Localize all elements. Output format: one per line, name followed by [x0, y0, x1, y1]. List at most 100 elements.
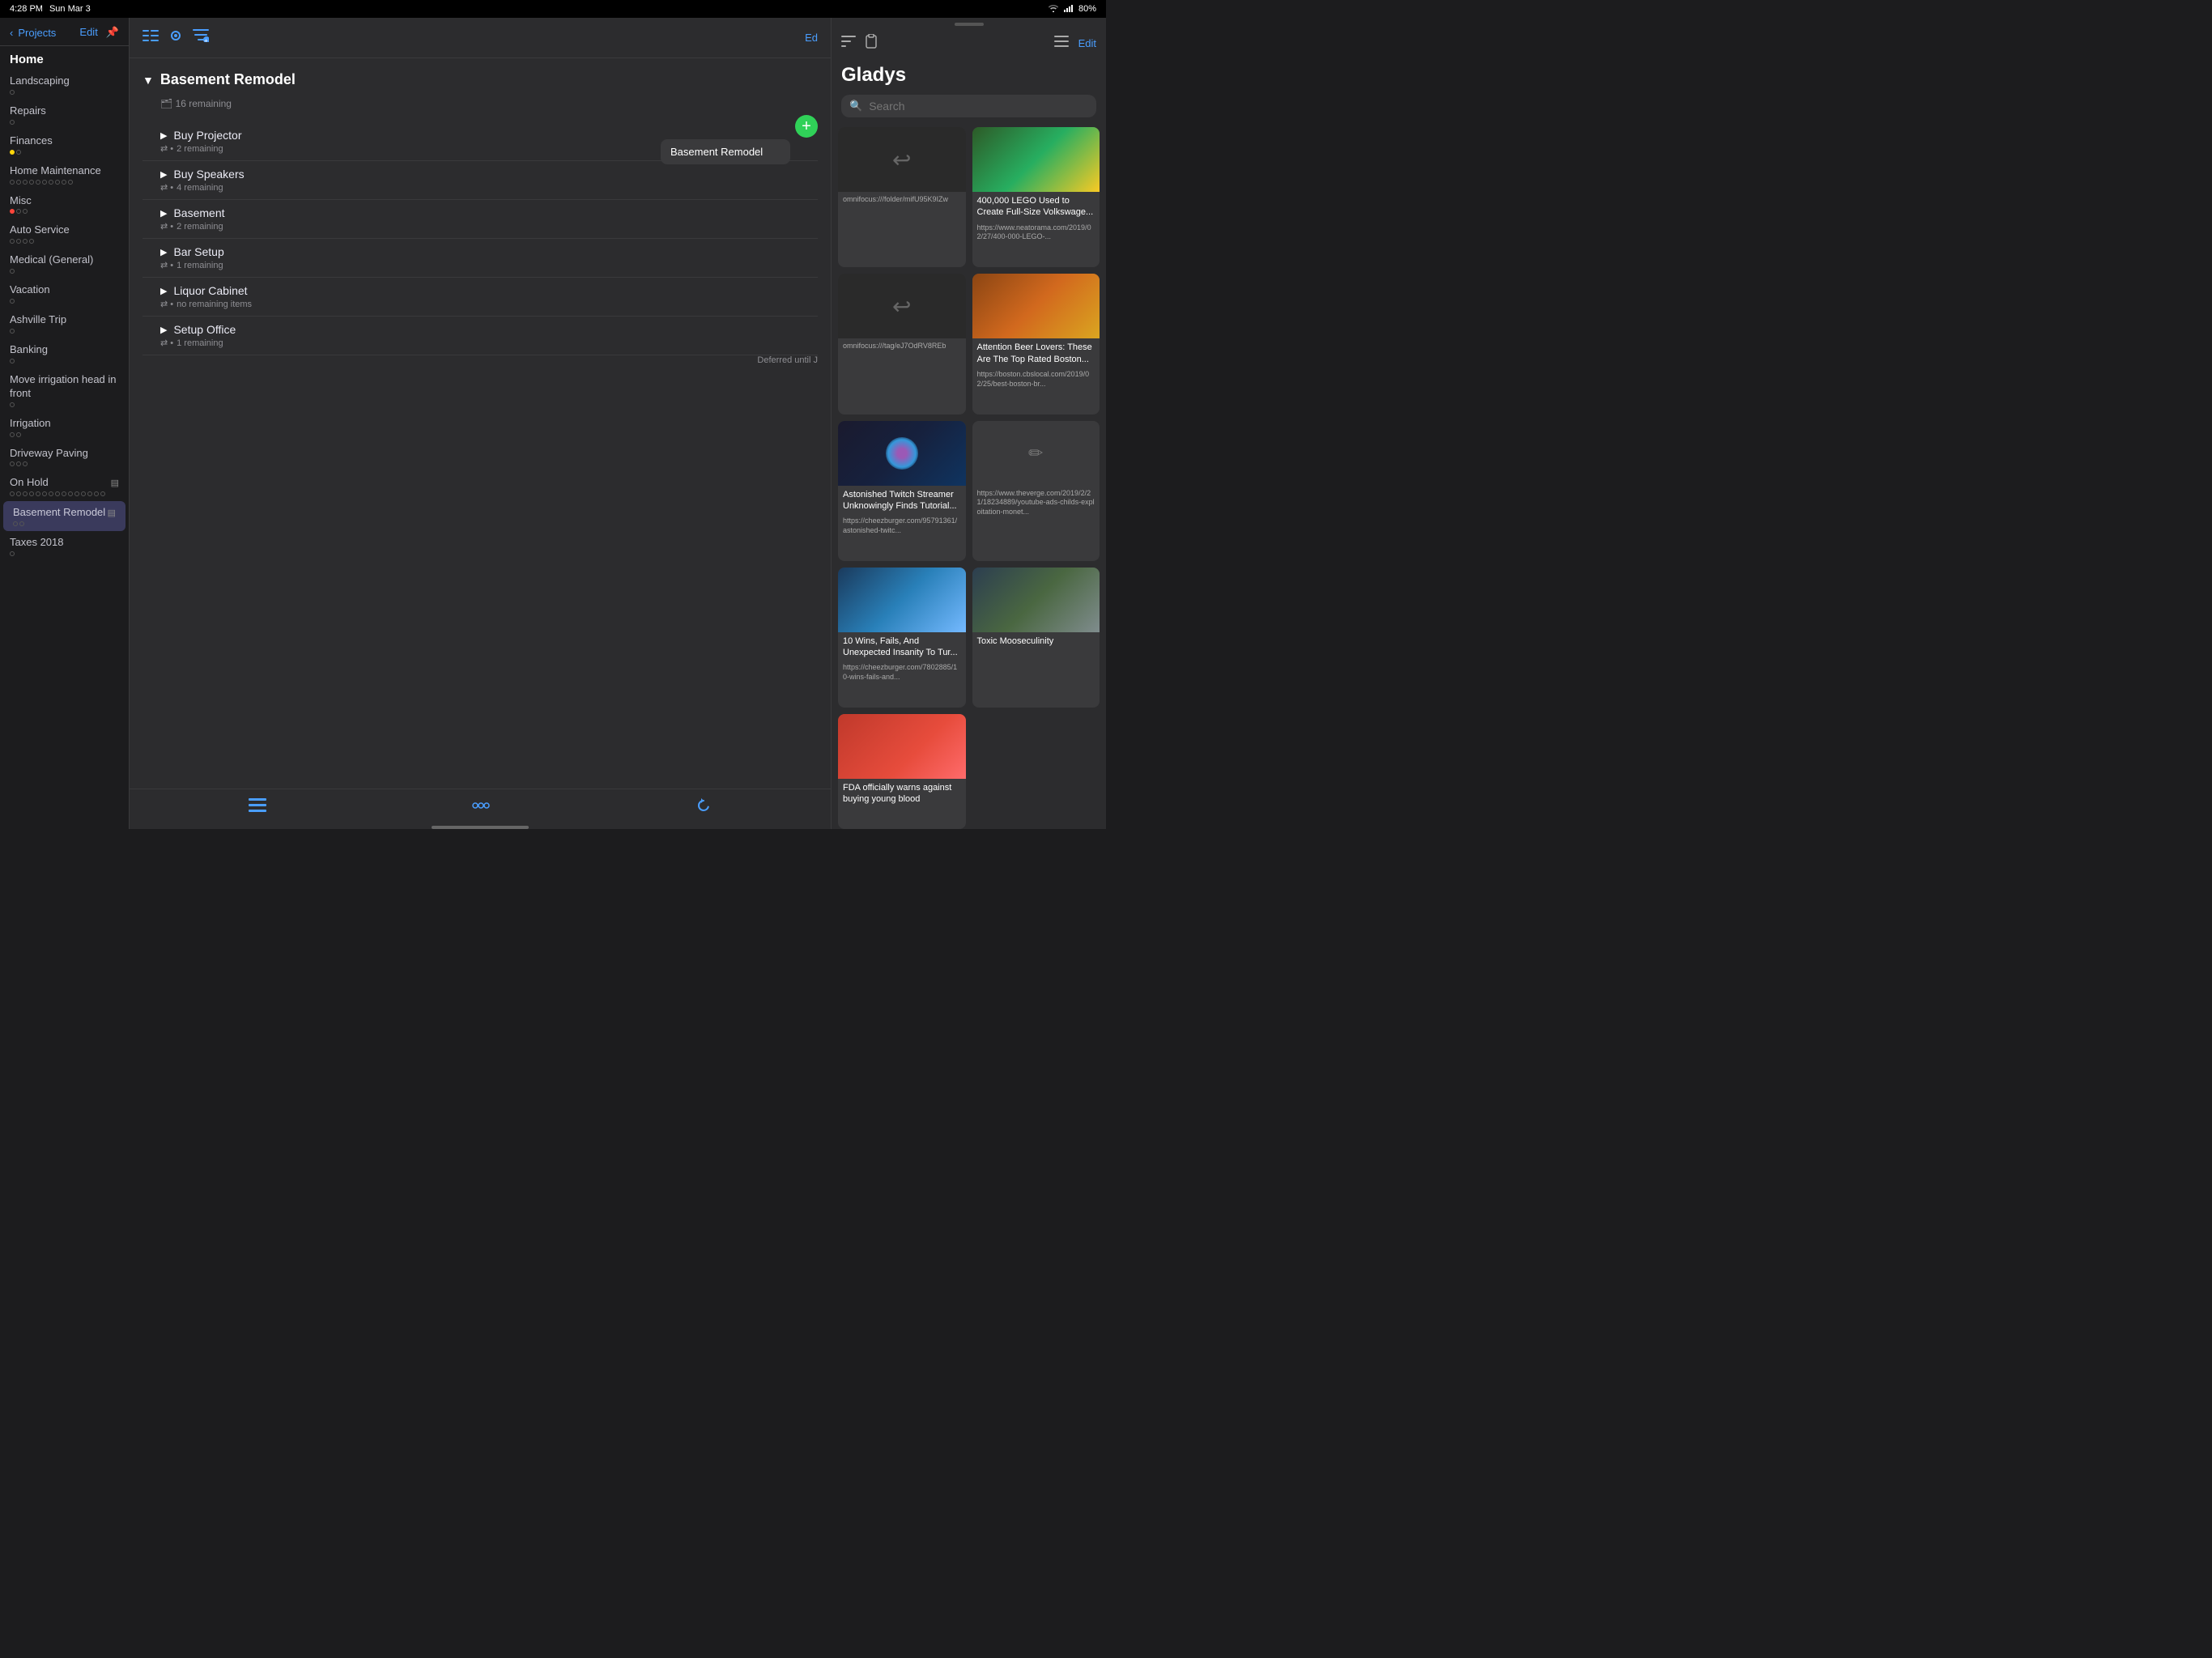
sidebar-item-auto-service[interactable]: Auto Service	[0, 219, 129, 249]
item-label: Medical (General)	[10, 253, 119, 267]
item-label: Auto Service	[10, 223, 119, 237]
sort-icon[interactable]: +	[193, 29, 209, 46]
clipboard-icon[interactable]	[866, 34, 877, 53]
task-name: Bar Setup	[173, 245, 223, 258]
search-input[interactable]	[869, 100, 1088, 113]
sidebar-item-ashville[interactable]: Ashville Trip	[0, 308, 129, 338]
task-expand-icon[interactable]: ▶	[160, 286, 167, 296]
task-expand-icon[interactable]: ▶	[160, 208, 167, 219]
projects-link[interactable]: Projects	[18, 27, 56, 39]
clip-url: https://www.theverge.com/2019/2/21/18234…	[972, 486, 1100, 521]
pin-icon[interactable]: 📌	[106, 26, 119, 39]
task-meta: ⇄ • 1 remaining	[160, 338, 818, 348]
sidebar-item-vacation[interactable]: Vacation	[0, 278, 129, 308]
task-icon: ⇄ •	[160, 143, 173, 154]
clip-image: ↩	[838, 127, 966, 192]
wifi-icon	[1048, 4, 1059, 15]
search-bar[interactable]: 🔍	[841, 95, 1096, 117]
collapse-arrow[interactable]: ▼	[143, 74, 154, 87]
sidebar: ‹ Projects Edit 📌 Home Landscaping Repai…	[0, 18, 130, 829]
edit-button[interactable]: Edit	[79, 26, 97, 39]
sidebar-item-finances[interactable]: Finances	[0, 130, 129, 159]
edit-view-icon[interactable]: Ed	[805, 32, 818, 44]
clip-card-7[interactable]: Toxic Mooseculinity	[972, 568, 1100, 708]
clip-title: Toxic Mooseculinity	[972, 632, 1100, 648]
list-view-icon[interactable]	[1054, 36, 1069, 51]
perspectives-icon[interactable]	[249, 798, 266, 817]
item-label: On Hold	[10, 476, 49, 490]
content-body: ▼ Basement Remodel 🗂 16 remaining ▶ Buy …	[130, 58, 831, 789]
panel-edit-button[interactable]: Edit	[1078, 37, 1096, 49]
task-item-basement[interactable]: ▶ Basement ⇄ • 2 remaining	[143, 200, 818, 239]
panel-handle-bar	[955, 23, 984, 26]
sidebar-toggle-icon[interactable]	[143, 30, 159, 45]
clip-card-8[interactable]: FDA officially warns against buying youn…	[838, 714, 966, 829]
task-expand-icon[interactable]: ▶	[160, 247, 167, 257]
task-item-buy-speakers[interactable]: ▶ Buy Speakers ⇄ • 4 remaining	[143, 161, 818, 200]
add-task-button[interactable]: +	[795, 115, 818, 138]
sidebar-item-home-maintenance[interactable]: Home Maintenance	[0, 159, 129, 189]
item-label: Taxes 2018	[10, 536, 119, 550]
sidebar-header: ‹ Projects Edit 📌	[0, 18, 129, 46]
header-icons: +	[143, 29, 209, 46]
clip-title: Astonished Twitch Streamer Unknowingly F…	[838, 486, 966, 514]
item-label: Misc	[10, 194, 119, 208]
clip-card-2[interactable]: ↩ omnifocus:///tag/eJ7OdRV8REb	[838, 274, 966, 414]
clip-card-6[interactable]: 10 Wins, Fails, And Unexpected Insanity …	[838, 568, 966, 708]
clip-image	[972, 568, 1100, 632]
task-icon: ⇄ •	[160, 299, 173, 309]
sidebar-item-move-irrigation[interactable]: Move irrigation head in front	[0, 368, 129, 412]
item-label: Ashville Trip	[10, 313, 119, 327]
clip-title: Attention Beer Lovers: These Are The Top…	[972, 338, 1100, 367]
panel-title: Gladys	[832, 57, 1106, 95]
task-expand-icon[interactable]: ▶	[160, 130, 167, 141]
reply-icon: ↩	[892, 293, 911, 320]
clip-card-5[interactable]: ✏ https://www.theverge.com/2019/2/21/182…	[972, 421, 1100, 561]
task-count: no remaining items	[177, 300, 252, 309]
item-label: Vacation	[10, 283, 119, 297]
task-item-liquor-cabinet[interactable]: ▶ Liquor Cabinet ⇄ • no remaining items	[143, 278, 818, 317]
sidebar-item-driveway[interactable]: Driveway Paving	[0, 442, 129, 472]
clip-card-3[interactable]: Attention Beer Lovers: These Are The Top…	[972, 274, 1100, 414]
undo-icon[interactable]	[696, 798, 712, 817]
task-count: 2 remaining	[177, 144, 223, 154]
task-name: Basement	[173, 206, 224, 219]
clip-card-1[interactable]: 400,000 LEGO Used to Create Full-Size Vo…	[972, 127, 1100, 267]
clip-url: https://cheezburger.com/7802885/10-wins-…	[838, 660, 966, 685]
clip-title: 400,000 LEGO Used to Create Full-Size Vo…	[972, 192, 1100, 220]
add-content-icon[interactable]	[472, 798, 490, 817]
project-title-row: ▼ Basement Remodel	[143, 71, 818, 88]
sidebar-item-banking[interactable]: Banking	[0, 338, 129, 368]
main-layout: ‹ Projects Edit 📌 Home Landscaping Repai…	[0, 18, 1106, 829]
task-item-setup-office[interactable]: ▶ Setup Office ⇄ • 1 remaining	[143, 317, 818, 355]
task-expand-icon[interactable]: ▶	[160, 169, 167, 180]
filter-icon[interactable]	[841, 36, 856, 51]
pen-icon: ✏	[1028, 443, 1043, 464]
sidebar-item-irrigation[interactable]: Irrigation	[0, 412, 129, 442]
task-icon: ⇄ •	[160, 260, 173, 270]
back-button[interactable]: ‹ Projects	[10, 27, 56, 39]
clip-image: ✏	[972, 421, 1100, 486]
folder-icon: ▤	[111, 478, 119, 489]
task-item-bar-setup[interactable]: ▶ Bar Setup ⇄ • 1 remaining	[143, 239, 818, 278]
sidebar-item-taxes[interactable]: Taxes 2018	[0, 531, 129, 561]
sidebar-item-basement-remodel[interactable]: Basement Remodel ▤	[3, 501, 125, 531]
item-label: Banking	[10, 343, 119, 357]
clip-image	[838, 568, 966, 632]
view-icon[interactable]	[168, 29, 183, 46]
sidebar-item-misc[interactable]: Misc	[0, 189, 129, 219]
sidebar-item-medical[interactable]: Medical (General)	[0, 249, 129, 278]
task-count: 2 remaining	[177, 222, 223, 232]
context-menu-item[interactable]: Basement Remodel	[670, 146, 763, 158]
sidebar-title: Home	[0, 46, 129, 70]
search-icon: 🔍	[849, 100, 862, 113]
clip-card-0[interactable]: ↩ omnifocus:///folder/mifU95K9IZw	[838, 127, 966, 267]
task-meta: ⇄ • no remaining items	[160, 299, 818, 309]
clip-image	[838, 421, 966, 486]
task-expand-icon[interactable]: ▶	[160, 325, 167, 335]
sidebar-item-repairs[interactable]: Repairs	[0, 100, 129, 130]
sidebar-item-on-hold[interactable]: On Hold ▤	[0, 471, 129, 501]
deferred-label: Deferred until J	[143, 355, 818, 365]
sidebar-item-landscaping[interactable]: Landscaping	[0, 70, 129, 100]
clip-card-4[interactable]: Astonished Twitch Streamer Unknowingly F…	[838, 421, 966, 561]
